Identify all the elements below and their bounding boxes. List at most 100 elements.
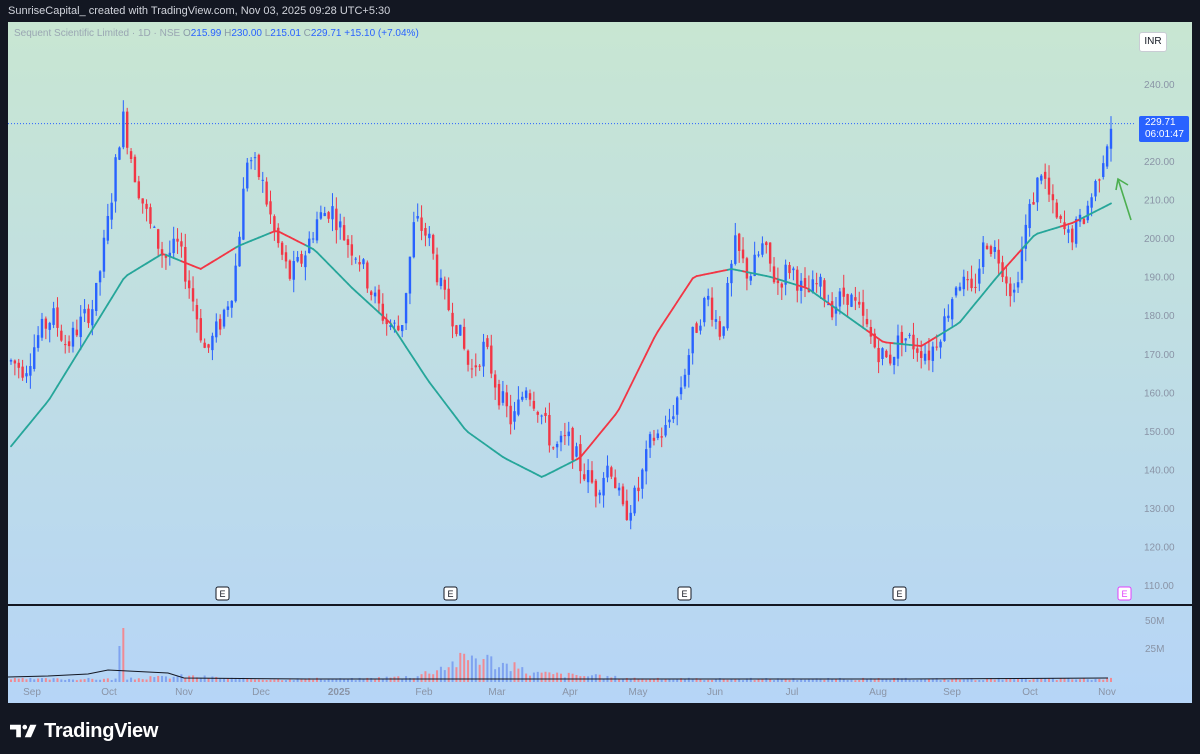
low-value: 215.01 bbox=[270, 28, 301, 39]
volume-bar bbox=[106, 678, 109, 682]
candle-body bbox=[33, 347, 36, 369]
volume-bar bbox=[494, 669, 497, 682]
candle-body bbox=[660, 436, 663, 438]
candle-body bbox=[823, 280, 826, 301]
volume-bar bbox=[672, 679, 675, 682]
volume-bar bbox=[958, 679, 961, 682]
candle-body bbox=[222, 309, 226, 327]
candle-body bbox=[858, 301, 861, 305]
volume-bar bbox=[711, 679, 714, 682]
candle-body bbox=[641, 469, 644, 489]
last-price-tag: 229.71 06:01:47 bbox=[1139, 116, 1189, 142]
volume-bar bbox=[447, 667, 450, 682]
volume-bar bbox=[548, 672, 551, 682]
candle-body bbox=[614, 477, 617, 489]
x-tick-label: May bbox=[629, 687, 648, 698]
tradingview-logo-icon bbox=[10, 724, 37, 738]
y-tick-label: 240.00 bbox=[1144, 80, 1175, 91]
footer-brand[interactable]: TradingView bbox=[10, 716, 158, 746]
candle-body bbox=[48, 322, 51, 330]
candle-body bbox=[1094, 180, 1097, 197]
volume-bar bbox=[730, 679, 733, 682]
volume-bar bbox=[556, 672, 559, 682]
candle-body bbox=[645, 449, 648, 472]
volume-bar bbox=[1106, 678, 1109, 682]
earnings-marker: E bbox=[677, 586, 692, 601]
volume-bar bbox=[75, 680, 78, 682]
price-chart[interactable]: 110.00 120.00 130.00 140.00 150.00 160.00 170.… bbox=[8, 22, 1192, 703]
volume-bar bbox=[854, 680, 857, 682]
volume-bar bbox=[1055, 680, 1058, 682]
currency-button[interactable]: INR bbox=[1139, 32, 1167, 52]
candle-body bbox=[637, 487, 640, 492]
candle-body bbox=[435, 254, 439, 283]
volume-bar bbox=[374, 679, 377, 682]
candle-body bbox=[145, 203, 148, 209]
candle-body bbox=[246, 162, 249, 189]
volume-bar bbox=[219, 678, 222, 682]
candle-body bbox=[466, 350, 470, 365]
bar-countdown: 06:01:47 bbox=[1145, 129, 1184, 140]
volume-bar bbox=[1102, 679, 1105, 682]
x-tick-label: Aug bbox=[869, 687, 887, 698]
volume-bar bbox=[947, 680, 950, 682]
candle-body bbox=[838, 291, 842, 307]
candle-body bbox=[366, 262, 369, 289]
candle-body bbox=[734, 235, 737, 264]
candle-body bbox=[230, 300, 233, 308]
y-tick-label: 150.00 bbox=[1144, 427, 1175, 438]
candle bbox=[246, 157, 249, 192]
volume-bar bbox=[676, 679, 679, 682]
candle-body bbox=[714, 319, 718, 322]
candle-body bbox=[625, 500, 629, 520]
candle-body bbox=[71, 327, 75, 347]
volume-bar bbox=[1013, 679, 1016, 682]
earnings-marker-label: E bbox=[681, 589, 687, 599]
candle-body bbox=[478, 365, 481, 367]
volume-bar bbox=[714, 679, 717, 682]
candle-body bbox=[1020, 248, 1024, 280]
volume-bar bbox=[381, 679, 384, 682]
candle-body bbox=[153, 226, 156, 228]
volume-bar bbox=[215, 676, 218, 682]
candle-body bbox=[412, 222, 416, 258]
volume-bar bbox=[544, 671, 547, 682]
candle-body bbox=[36, 335, 40, 348]
candle-body bbox=[486, 338, 489, 347]
volume-bar bbox=[637, 679, 640, 682]
volume-bar bbox=[288, 679, 291, 682]
candle-body bbox=[431, 234, 435, 254]
volume-bar bbox=[87, 677, 90, 682]
candle-body bbox=[718, 321, 722, 337]
candle-body bbox=[424, 228, 427, 236]
volume-bar bbox=[1110, 677, 1112, 682]
volume-bar bbox=[668, 679, 671, 682]
candle-body bbox=[524, 390, 528, 398]
chart-frame[interactable]: 110.00 120.00 130.00 140.00 150.00 160.00 170.… bbox=[8, 22, 1192, 703]
symbol-name: Sequent Scientific Limited · 1D · NSE bbox=[14, 28, 181, 39]
candle-body bbox=[296, 257, 299, 262]
volume-bar bbox=[133, 679, 136, 682]
volume-bar bbox=[831, 679, 834, 682]
volume-bar bbox=[540, 672, 543, 682]
candle-body bbox=[892, 356, 896, 366]
candle-body bbox=[532, 400, 536, 409]
x-tick-label: Apr bbox=[562, 687, 578, 698]
candle bbox=[133, 154, 137, 183]
volume-bar bbox=[118, 646, 121, 682]
volume-bar bbox=[1048, 678, 1051, 682]
candle-body bbox=[846, 294, 849, 305]
candle-body bbox=[218, 318, 222, 330]
candle-body bbox=[920, 351, 923, 358]
volume-bar bbox=[203, 675, 206, 682]
close-value: 229.71 bbox=[310, 28, 342, 39]
x-tick-label: Mar bbox=[488, 687, 506, 698]
candle-body bbox=[559, 435, 563, 443]
candle-body bbox=[342, 225, 346, 241]
candle-body bbox=[1032, 202, 1035, 205]
candle-body bbox=[544, 412, 547, 417]
candle-body bbox=[749, 276, 752, 281]
candle-body bbox=[335, 208, 338, 231]
y-tick-label: 140.00 bbox=[1144, 465, 1175, 476]
volume-bar bbox=[807, 679, 810, 682]
